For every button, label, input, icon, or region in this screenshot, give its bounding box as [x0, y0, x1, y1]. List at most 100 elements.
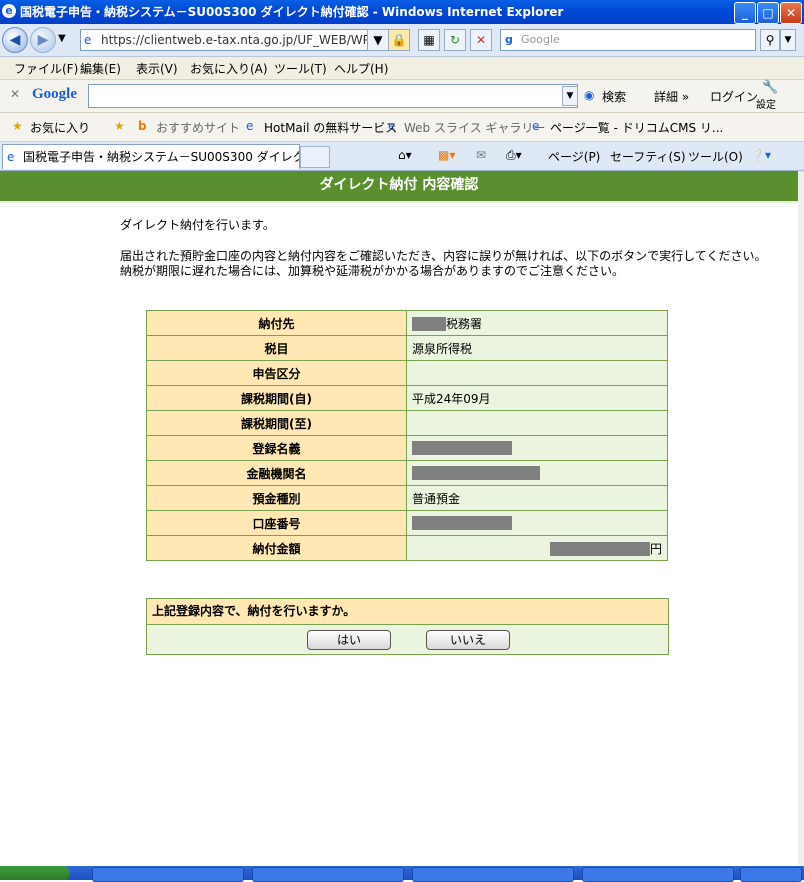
google-details-button[interactable]: 詳細 » [654, 88, 689, 105]
favorites-button[interactable]: お気に入り [30, 119, 90, 136]
row-label: 納付金額 [146, 535, 407, 561]
close-button[interactable]: ✕ [780, 2, 802, 24]
refresh-icon[interactable]: ↻ [444, 29, 466, 51]
confirm-actions: はい いいえ [147, 625, 668, 654]
confirm-box: 上記登録内容で、納付を行いますか。 はい いいえ [146, 598, 669, 655]
table-row: 税目 源泉所得税 [146, 335, 668, 361]
history-dropdown-icon[interactable]: ▼ [58, 33, 66, 44]
window-title: 国税電子申告・納税システム－SU00S300 ダイレクト納付確認 - Windo… [20, 5, 564, 19]
maximize-button[interactable]: □ [757, 2, 779, 24]
recommended-sites-icon: b [138, 119, 147, 133]
feeds-icon[interactable]: ▩▾ [438, 148, 455, 162]
safety-menu-button[interactable]: セーフティ(S) [610, 148, 686, 165]
toolbar-close-icon[interactable]: ✕ [10, 87, 20, 101]
favorites-star-icon: ★ [12, 119, 23, 133]
search-input[interactable]: g Google [500, 29, 756, 51]
search-placeholder: Google [521, 33, 560, 46]
warning-text: 納税が期限に遅れた場合には、加算税や延滞税がかかる場合がありますのでご注意くださ… [120, 264, 625, 278]
google-toolbar-input[interactable] [88, 84, 578, 108]
active-tab[interactable]: e 国税電子申告・納税システム－SU00S300 ダイレクト納... [2, 144, 300, 169]
row-value-tax-office: 税務署 [406, 310, 668, 336]
table-row: 登録名義 [146, 435, 668, 461]
new-tab-button[interactable] [300, 146, 330, 168]
fav-hotmail[interactable]: HotMail の無料サービス [264, 119, 397, 136]
row-value [406, 410, 668, 436]
redacted-block [412, 466, 540, 481]
search-go-icon[interactable]: ⚲ [760, 29, 780, 51]
google-input-dropdown-icon[interactable]: ▼ [562, 86, 578, 106]
tools-menu-button[interactable]: ツール(O) [688, 148, 743, 165]
compat-view-icon[interactable]: ▦ [418, 29, 440, 51]
menu-edit[interactable]: 編集(E) [80, 60, 121, 77]
yes-button[interactable]: はい [307, 630, 391, 650]
fav-recommended-sites[interactable]: おすすめサイト [156, 119, 240, 136]
window-title-bar: e 国税電子申告・納税システム－SU00S300 ダイレクト納付確認 - Win… [0, 0, 804, 24]
google-login-button[interactable]: ログイン [710, 88, 758, 105]
google-settings-button[interactable]: 設定 [756, 96, 776, 111]
row-label: 金融機関名 [146, 460, 407, 486]
table-row: 課税期間(自) 平成24年09月 [146, 385, 668, 411]
row-value: 平成24年09月 [406, 385, 668, 411]
row-value-text: 税務署 [446, 316, 483, 331]
address-input[interactable]: e https://clientweb.e-tax.nta.go.jp/UF_W… [80, 29, 384, 51]
intro-text: ダイレクト納付を行います。 [120, 218, 275, 232]
redacted-block [412, 516, 512, 531]
table-row: 預金種別 普通預金 [146, 485, 668, 511]
amount-unit: 円 [649, 541, 662, 556]
address-toolbar: ◀ ▶ ▼ e https://clientweb.e-tax.nta.go.j… [0, 24, 804, 57]
print-icon[interactable]: ⎙▾ [506, 148, 522, 163]
address-dropdown-icon[interactable]: ▼ [367, 29, 389, 51]
stop-icon[interactable]: ✕ [470, 29, 492, 51]
page-menu-button[interactable]: ページ(P) [548, 148, 600, 165]
home-icon[interactable]: ⌂▾ [398, 148, 412, 162]
favorites-bar: ★ お気に入り ★ b おすすめサイト e HotMail の無料サービス e … [0, 113, 804, 142]
search-options-icon[interactable]: ▼ [780, 29, 796, 51]
row-value: 普通預金 [406, 485, 668, 511]
table-row: 納付金額 円 [146, 535, 668, 561]
tab-bar: e 国税電子申告・納税システム－SU00S300 ダイレクト納... ⌂▾ ▩▾… [0, 142, 804, 171]
fav-page-list[interactable]: ページ一覧 - ドリコムCMS リ... [550, 119, 723, 136]
google-logo-text: Google [32, 86, 77, 102]
taskbar [0, 866, 804, 882]
redacted-block [412, 441, 512, 456]
start-button[interactable] [0, 866, 70, 880]
back-button[interactable]: ◀ [2, 27, 28, 53]
payment-details-table: 納付先 税務署 税目 源泉所得税 申告区分 課税期間(自) 平成24年09月 課… [146, 310, 668, 561]
menu-bar: ファイル(F) 編集(E) 表示(V) お気に入り(A) ツール(T) ヘルプ(… [0, 57, 804, 80]
menu-file[interactable]: ファイル(F) [14, 60, 78, 77]
table-row: 申告区分 [146, 360, 668, 386]
table-row: 口座番号 [146, 510, 668, 536]
lock-icon[interactable]: 🔒 [388, 29, 410, 51]
row-value-amount: 円 [406, 535, 668, 561]
page-scrollbar[interactable] [798, 171, 804, 865]
menu-favorites[interactable]: お気に入り(A) [190, 60, 268, 77]
help-icon[interactable]: ❔▾ [750, 148, 771, 162]
menu-tools[interactable]: ツール(T) [274, 60, 327, 77]
page-header: ダイレクト納付 内容確認 [0, 171, 798, 203]
redacted-block [549, 542, 650, 556]
forward-button[interactable]: ▶ [30, 27, 56, 53]
row-label: 申告区分 [146, 360, 407, 386]
menu-view[interactable]: 表示(V) [136, 60, 178, 77]
add-favorites-icon[interactable]: ★ [114, 119, 125, 133]
google-toolbar: ✕ Google ▼ ◉ 検索 詳細 » ログイン 🔧 設定 [0, 80, 804, 113]
table-row: 金融機関名 [146, 460, 668, 486]
row-label: 預金種別 [146, 485, 407, 511]
address-url: https://clientweb.e-tax.nta.go.jp/UF_WEB… [101, 33, 384, 47]
fav-web-slice-gallery[interactable]: Web スライス ギャラリー [404, 119, 545, 136]
row-label: 登録名義 [146, 435, 407, 461]
row-value-account-number [406, 510, 668, 536]
no-button[interactable]: いいえ [426, 630, 510, 650]
page-icon: e [84, 33, 92, 47]
row-value-bank-name [406, 460, 668, 486]
row-value-account-holder [406, 435, 668, 461]
row-value [406, 360, 668, 386]
google-search-button[interactable]: 検索 [602, 88, 626, 105]
active-tab-title: 国税電子申告・納税システム－SU00S300 ダイレクト納... [23, 150, 300, 164]
mail-icon[interactable]: ✉ [476, 148, 486, 162]
row-label: 税目 [146, 335, 407, 361]
webslice-page-icon: e [388, 119, 396, 133]
minimize-button[interactable]: _ [734, 2, 756, 24]
menu-help[interactable]: ヘルプ(H) [334, 60, 388, 77]
google-search-button-icon: ◉ [584, 88, 595, 102]
